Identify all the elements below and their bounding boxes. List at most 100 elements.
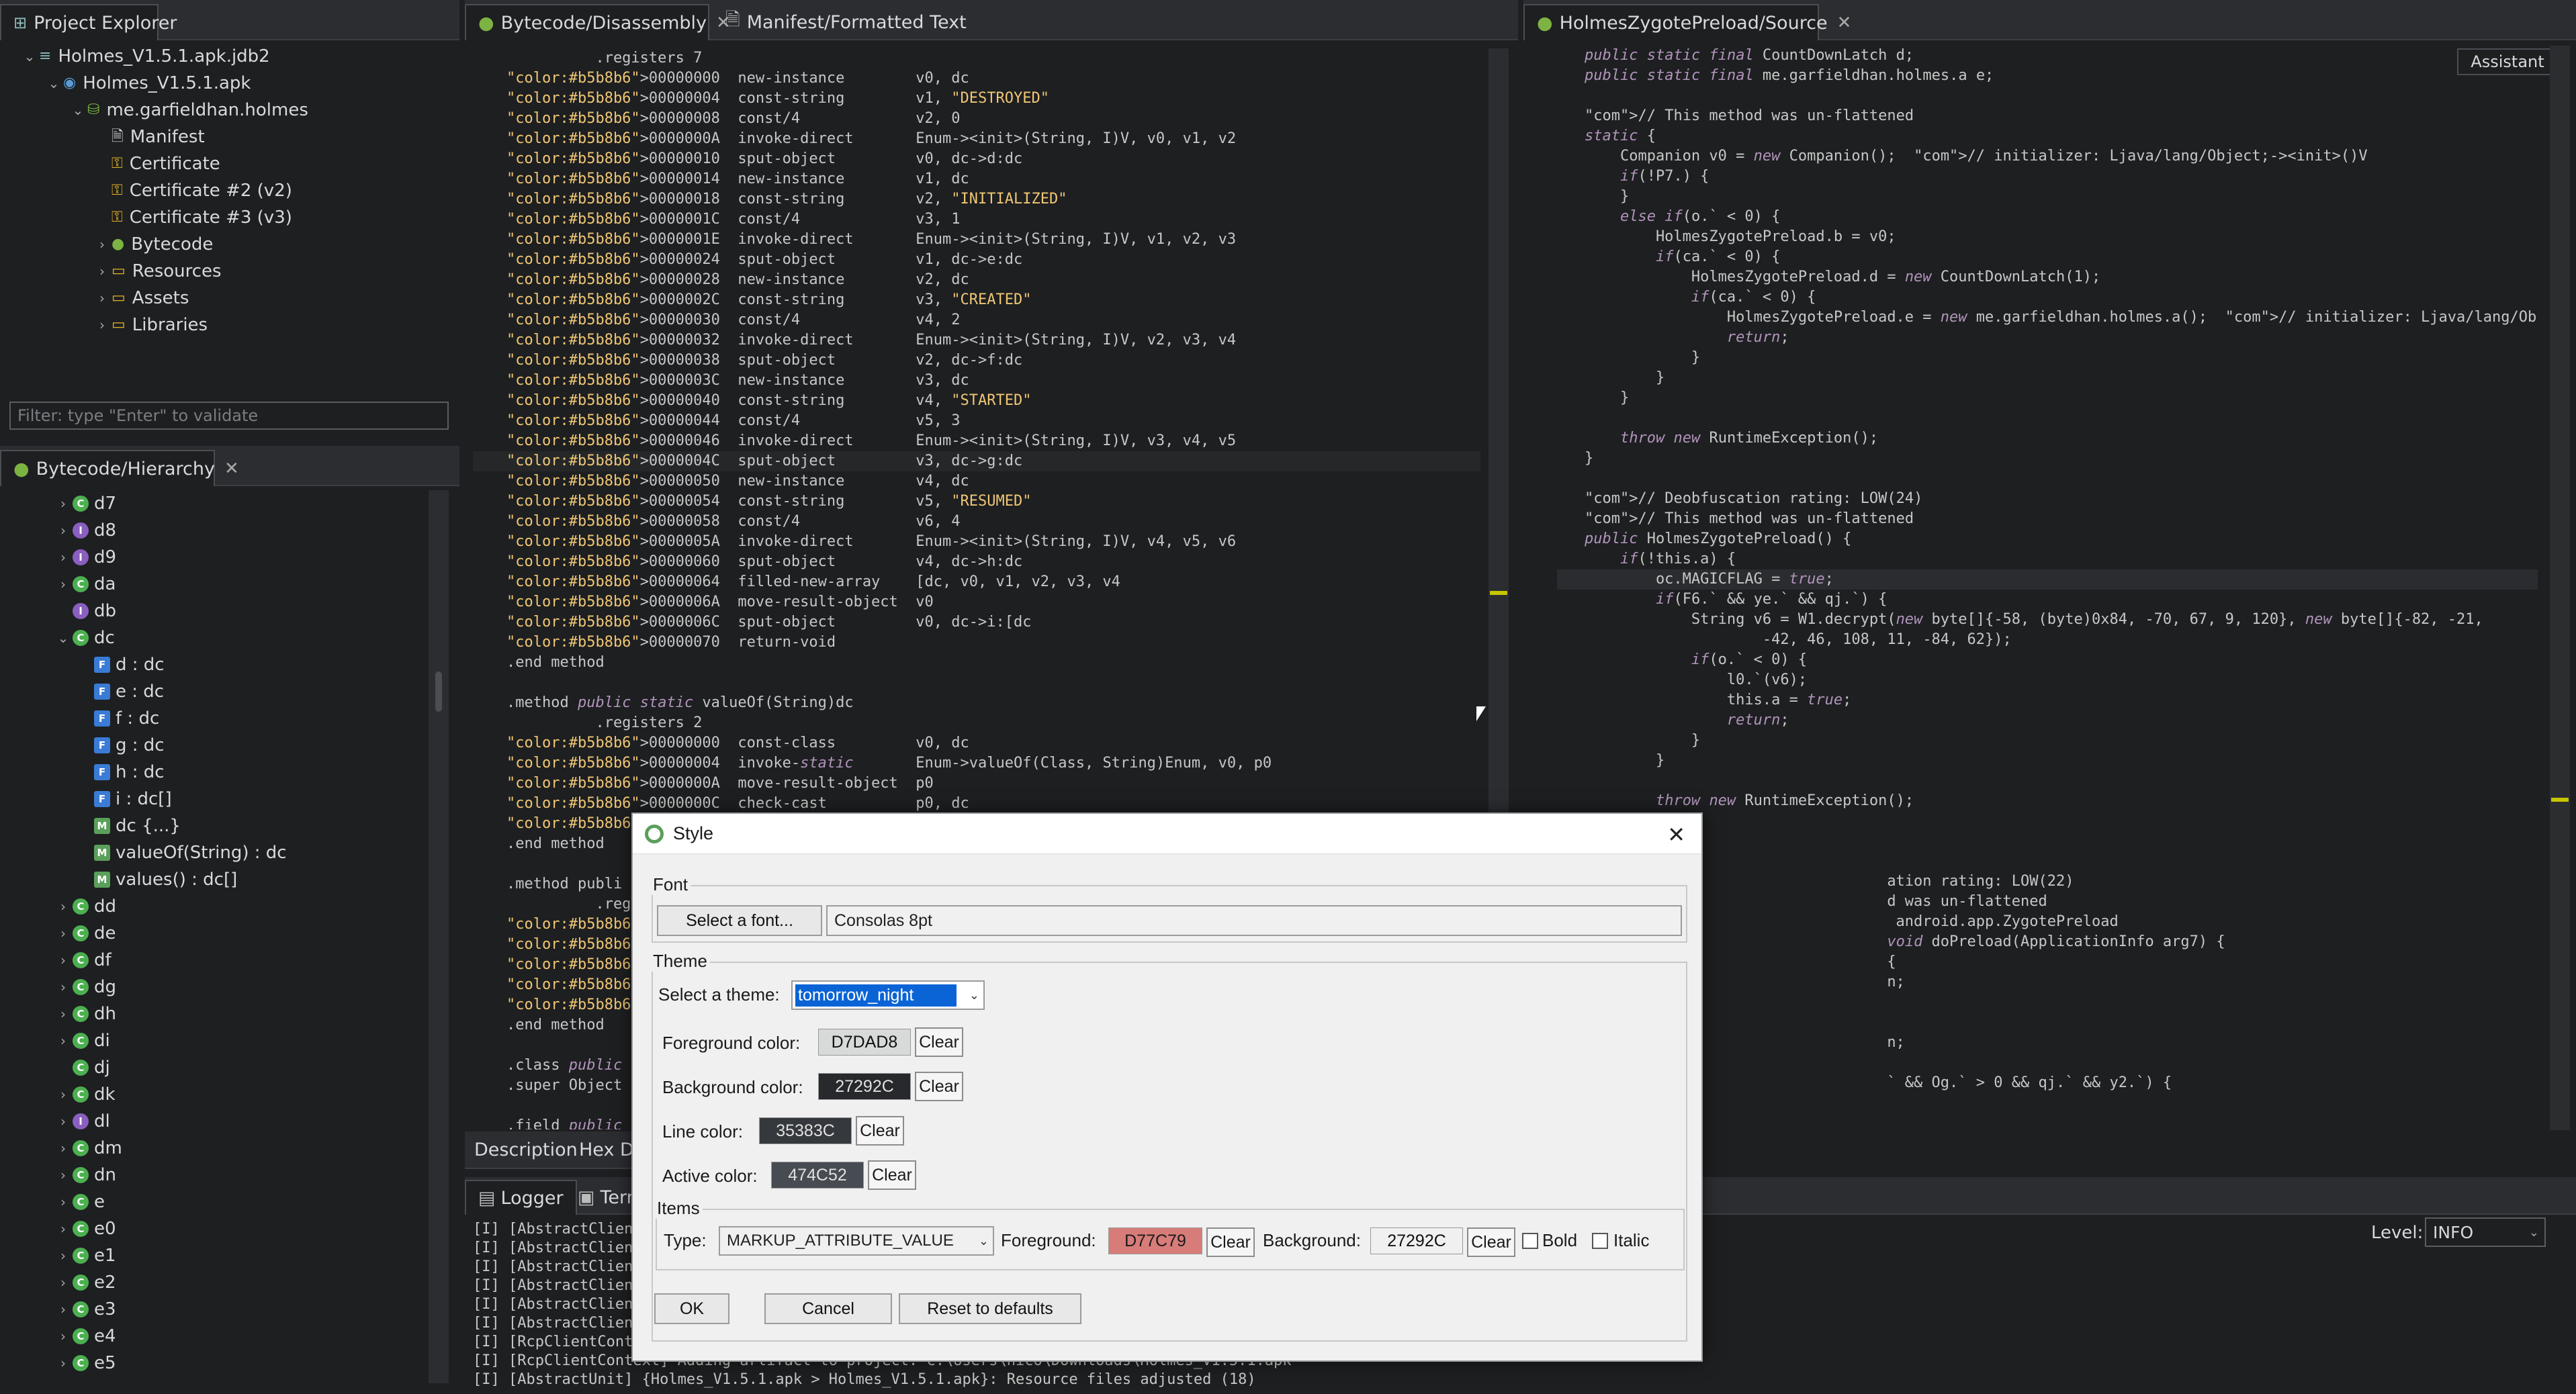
hierarchy-item[interactable]: › Cdd	[54, 893, 430, 920]
project-tree-item[interactable]: › ▭ Assets	[7, 285, 450, 312]
tab-bytecode-disassembly[interactable]: ● Bytecode/Disassembly ✕	[465, 4, 731, 40]
source-scrollbar[interactable]	[2550, 46, 2570, 1130]
project-tree-item[interactable]: ⌄ ⛁ me.garfieldhan.holmes	[7, 97, 450, 124]
level-select[interactable]: INFO ⌄	[2425, 1217, 2546, 1247]
clear-color-button[interactable]: Clear	[856, 1116, 904, 1146]
hierarchy-item[interactable]: › Cdg	[54, 974, 430, 1001]
tab-logger[interactable]: ▤ Logger	[465, 1180, 577, 1215]
expand-arrow-icon[interactable]: ›	[54, 1108, 73, 1135]
color-swatch[interactable]: 474C52	[771, 1162, 864, 1189]
clear-color-button[interactable]: Clear	[868, 1160, 916, 1190]
type-select[interactable]: MARKUP_ATTRIBUTE_VALUE ⌄	[719, 1226, 994, 1256]
hierarchy-item[interactable]: › Cdn	[54, 1162, 430, 1189]
expand-arrow-icon[interactable]: ›	[54, 974, 73, 1001]
expand-arrow-icon[interactable]: ›	[54, 490, 73, 517]
hierarchy-item[interactable]: › Cdh	[54, 1001, 430, 1027]
tab-manifest-formatted[interactable]: 🗎 Manifest/Formatted Text	[713, 4, 969, 40]
hierarchy-item[interactable]: › Ce3	[54, 1296, 430, 1323]
hierarchy-item[interactable]: Fg : dc	[54, 732, 430, 759]
tab-source[interactable]: ● HolmesZygotePreload/Source ✕	[1523, 4, 1851, 40]
close-icon[interactable]: ✕	[1667, 822, 1685, 847]
expand-arrow-icon[interactable]: ⌄	[44, 70, 63, 97]
cancel-button[interactable]: Cancel	[764, 1293, 892, 1324]
reset-defaults-button[interactable]: Reset to defaults	[899, 1293, 1081, 1324]
filter-input[interactable]: Filter: type "Enter" to validate	[9, 402, 449, 430]
project-tree-item[interactable]: ⚿ Certificate #3 (v3)	[7, 204, 450, 231]
project-tree-item[interactable]: ⌄ ≡ Holmes_V1.5.1.apk.jdb2	[7, 43, 450, 70]
expand-arrow-icon[interactable]: ›	[54, 1323, 73, 1350]
expand-arrow-icon[interactable]: ›	[54, 544, 73, 571]
expand-arrow-icon[interactable]: ›	[54, 1135, 73, 1162]
hierarchy-item[interactable]: Mdc {...}	[54, 812, 430, 839]
hierarchy-item[interactable]: Fh : dc	[54, 759, 430, 786]
expand-arrow-icon[interactable]: ›	[54, 517, 73, 544]
expand-arrow-icon[interactable]: ›	[54, 893, 73, 920]
hierarchy-scrollbar[interactable]	[429, 490, 449, 1383]
item-background-swatch[interactable]: 27292C	[1370, 1227, 1463, 1254]
expand-arrow-icon[interactable]: ›	[54, 1350, 73, 1377]
expand-arrow-icon[interactable]: ›	[54, 571, 73, 598]
expand-arrow-icon[interactable]: ⌄	[20, 43, 39, 70]
clear-color-button[interactable]: Clear	[915, 1072, 963, 1101]
expand-arrow-icon[interactable]: ⌄	[69, 97, 87, 124]
hierarchy-item[interactable]: › Cdf	[54, 947, 430, 974]
hierarchy-item[interactable]: › Ce2	[54, 1269, 430, 1296]
expand-arrow-icon[interactable]: ›	[54, 1269, 73, 1296]
expand-arrow-icon[interactable]: ›	[54, 1081, 73, 1108]
select-font-button[interactable]: Select a font...	[657, 905, 822, 936]
hierarchy-item[interactable]: › Id8	[54, 517, 430, 544]
hierarchy-item[interactable]: Fd : dc	[54, 651, 430, 678]
hierarchy-item[interactable]: Fi : dc[]	[54, 786, 430, 812]
expand-arrow-icon[interactable]: ›	[54, 1189, 73, 1215]
color-swatch[interactable]: 27292C	[818, 1073, 911, 1100]
project-tree-item[interactable]: 🗎 Manifest	[7, 124, 450, 150]
hierarchy-item[interactable]: Mvalues() : dc[]	[54, 866, 430, 893]
expand-arrow-icon[interactable]: ›	[54, 947, 73, 974]
expand-arrow-icon[interactable]: ›	[54, 1215, 73, 1242]
expand-arrow-icon[interactable]: ›	[54, 1162, 73, 1189]
hierarchy-item[interactable]: › Ce4	[54, 1323, 430, 1350]
expand-arrow-icon[interactable]: ›	[54, 920, 73, 947]
project-tree-item[interactable]: › ● Bytecode	[7, 231, 450, 258]
item-foreground-clear-button[interactable]: Clear	[1206, 1227, 1255, 1257]
hierarchy-item[interactable]: › Ce1	[54, 1242, 430, 1269]
close-icon[interactable]: ✕	[1837, 13, 1852, 33]
hierarchy-item[interactable]: › Cde	[54, 920, 430, 947]
expand-arrow-icon[interactable]: ›	[93, 231, 112, 258]
project-tree-item[interactable]: ⌄ ◉ Holmes_V1.5.1.apk	[7, 70, 450, 97]
hierarchy-item[interactable]: › Id9	[54, 544, 430, 571]
hierarchy-item[interactable]: Cdj	[54, 1054, 430, 1081]
scrollbar-thumb[interactable]	[435, 671, 442, 712]
hierarchy-item[interactable]: › Ce0	[54, 1215, 430, 1242]
hierarchy-item[interactable]: Ff : dc	[54, 705, 430, 732]
item-background-clear-button[interactable]: Clear	[1467, 1227, 1515, 1257]
hierarchy-item[interactable]: › Idl	[54, 1108, 430, 1135]
hierarchy-item[interactable]: › Cdk	[54, 1081, 430, 1108]
theme-select[interactable]: tomorrow_night ⌄	[791, 980, 985, 1010]
hierarchy-item[interactable]: › Cda	[54, 571, 430, 598]
tab-project-explorer[interactable]: ⊞ Project Explorer	[0, 4, 177, 40]
hierarchy-item[interactable]: › Cdm	[54, 1135, 430, 1162]
hierarchy-item[interactable]: Idb	[54, 598, 430, 624]
close-icon[interactable]: ✕	[224, 459, 239, 479]
italic-checkbox[interactable]	[1592, 1233, 1608, 1249]
item-foreground-swatch[interactable]: D77C79	[1108, 1227, 1202, 1254]
tab-bytecode-hierarchy[interactable]: ● Bytecode/Hierarchy ✕	[0, 450, 239, 486]
expand-arrow-icon[interactable]: ›	[93, 285, 112, 312]
color-swatch[interactable]: D7DAD8	[818, 1029, 911, 1056]
hierarchy-item[interactable]: › Cd7	[54, 490, 430, 517]
ok-button[interactable]: OK	[654, 1293, 729, 1324]
expand-arrow-icon[interactable]: ›	[54, 1242, 73, 1269]
expand-arrow-icon[interactable]: ›	[93, 312, 112, 338]
tab-description[interactable]: Description	[468, 1133, 584, 1166]
clear-color-button[interactable]: Clear	[915, 1027, 963, 1057]
hierarchy-item[interactable]: MvalueOf(String) : dc	[54, 839, 430, 866]
expand-arrow-icon[interactable]: ›	[54, 1296, 73, 1323]
expand-arrow-icon[interactable]: ⌄	[54, 624, 73, 651]
project-tree-item[interactable]: ⚿ Certificate #2 (v2)	[7, 177, 450, 204]
hierarchy-item[interactable]: › Ce5	[54, 1350, 430, 1377]
hierarchy-item[interactable]: ⌄ Cdc	[54, 624, 430, 651]
project-tree-item[interactable]: › ▭ Libraries	[7, 312, 450, 338]
expand-arrow-icon[interactable]: ›	[93, 258, 112, 285]
expand-arrow-icon[interactable]: ›	[54, 1027, 73, 1054]
